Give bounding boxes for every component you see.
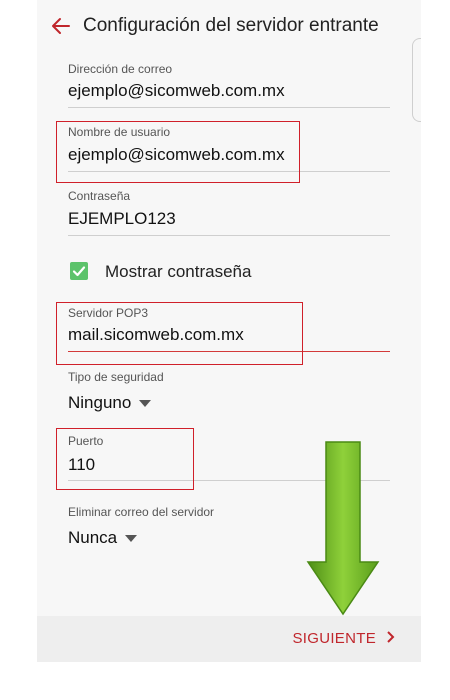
security-label: Tipo de seguridad: [68, 370, 164, 384]
highlight-box-server: [56, 302, 303, 365]
down-arrow-icon: [306, 441, 380, 616]
page-title: Configuración del servidor entrante: [83, 15, 379, 36]
next-label: SIGUIENTE: [292, 630, 376, 647]
bottom-bar: SIGUIENTE: [37, 616, 421, 662]
highlight-box-username: [56, 121, 300, 183]
show-password-label[interactable]: Mostrar contraseña: [105, 262, 251, 282]
security-dropdown[interactable]: Ninguno: [68, 393, 152, 413]
email-label: Dirección de correo: [68, 62, 173, 76]
back-arrow-icon[interactable]: [51, 16, 71, 36]
next-button[interactable]: SIGUIENTE: [292, 630, 395, 647]
email-field[interactable]: ejemplo@sicomweb.com.mx: [68, 81, 285, 101]
password-underline: [68, 235, 390, 236]
scroll-indicator: [412, 38, 421, 122]
password-label: Contraseña: [68, 189, 131, 203]
delete-label: Eliminar correo del servidor: [68, 505, 215, 519]
email-underline: [68, 107, 390, 108]
delete-value: Nunca: [68, 528, 118, 547]
chevron-right-icon: [386, 630, 395, 647]
show-password-checkbox[interactable]: [70, 262, 88, 280]
highlight-box-port: [56, 428, 194, 490]
delete-dropdown[interactable]: Nunca: [68, 528, 138, 548]
dropdown-caret-icon: [125, 535, 138, 543]
app-bar: Configuración del servidor entrante: [37, 0, 421, 54]
dropdown-caret-icon: [139, 400, 152, 408]
security-value: Ninguno: [68, 393, 132, 412]
checkmark-icon: [72, 266, 86, 277]
password-field[interactable]: EJEMPLO123: [68, 209, 176, 229]
